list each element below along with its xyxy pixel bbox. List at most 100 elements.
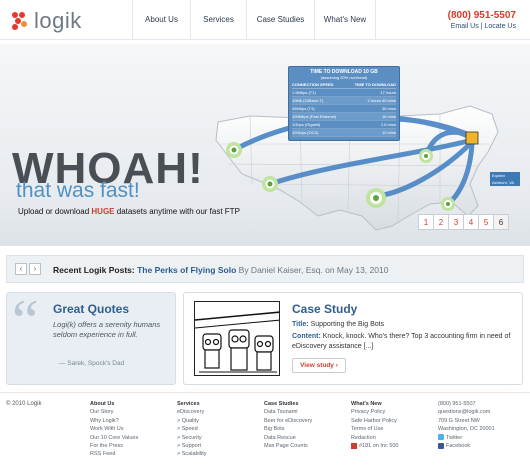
footer-col-case-studies: Case Studies Data Tsunami Beer for eDisc… bbox=[264, 400, 312, 450]
header-links: Email Us | Locate Us bbox=[448, 23, 516, 30]
nav-services[interactable]: Services bbox=[190, 0, 246, 40]
footer-email-link[interactable]: questions@logik.com bbox=[438, 409, 490, 415]
download-table-header: CONNECTION SPEED TIME TO DOWNLOAD bbox=[292, 82, 396, 89]
recent-post-byline: By Daniel Kaiser, Esq. on May 13, 2010 bbox=[238, 265, 389, 275]
slide-page-6[interactable]: 6 bbox=[493, 214, 509, 230]
table-row: 100Mbps (Fast Ethernet) 16 mins bbox=[292, 113, 396, 121]
logo-mark-icon bbox=[12, 12, 30, 30]
footer-link[interactable]: Work With Us bbox=[90, 426, 124, 432]
col-connection-speed: CONNECTION SPEED bbox=[292, 82, 334, 87]
download-time-table: TIME TO DOWNLOAD 10 GB (assuming 20% ove… bbox=[288, 66, 400, 141]
footer-col-contact: (800) 951-5507 questions@logik.com 709 G… bbox=[438, 400, 495, 450]
case-study-card: Case Study Title: Supporting the Big Bot… bbox=[183, 292, 523, 385]
footer-link[interactable]: Data Rescue bbox=[264, 435, 296, 441]
table-row: 10Mb (10Base-T) 2 hours 40 mins bbox=[292, 97, 396, 105]
slide-page-4[interactable]: 4 bbox=[463, 214, 479, 230]
case-study-title-value: Supporting the Big Bots bbox=[310, 321, 385, 328]
footer-city: Washington, DC 20001 bbox=[438, 426, 495, 433]
robots-cartoon-icon bbox=[195, 311, 279, 373]
footer-link[interactable]: Big Bots bbox=[264, 426, 284, 432]
equinix-label: Equinix Ashburn, VA bbox=[490, 172, 520, 186]
case-study-illustration bbox=[194, 301, 280, 376]
footer-link[interactable]: For the Press bbox=[90, 443, 123, 449]
footer-link[interactable]: RSS Feed bbox=[90, 451, 115, 457]
case-study-title-label: Title: bbox=[292, 321, 309, 328]
great-quotes-card: “ Great Quotes Logi(k) offers a serenity… bbox=[6, 288, 176, 385]
hero-tagline: Upload or download HUGE datasets anytime… bbox=[18, 207, 240, 216]
table-row: 1Gbps (Gigabit) 1.6 mins bbox=[292, 122, 396, 129]
next-post-button[interactable]: › bbox=[29, 263, 41, 275]
footer-col-services: Services eDiscovery > Quality > Speed > … bbox=[177, 400, 207, 459]
footer-col-about: About Us Our Story Why Logik? Work With … bbox=[90, 400, 138, 459]
site-footer: © 2010 Logik About Us Our Story Why Logi… bbox=[0, 392, 530, 476]
inc500-icon bbox=[351, 442, 357, 449]
recent-posts-heading: Recent Logik Posts: bbox=[53, 265, 135, 275]
slide-page-3[interactable]: 3 bbox=[448, 214, 464, 230]
download-table-subtitle: (assuming 20% overhead) bbox=[320, 75, 368, 80]
table-row: 1.5Mbps (T1) 17 hours bbox=[292, 90, 396, 97]
footer-heading-whats-new: What's New bbox=[351, 401, 382, 407]
recent-post-link[interactable]: The Perks of Flying Solo bbox=[137, 265, 236, 275]
quotes-heading: Great Quotes bbox=[53, 302, 130, 316]
case-study-content: Content: Knock, knock. Who's there? Top … bbox=[292, 332, 520, 352]
footer-link[interactable]: > Security bbox=[177, 435, 202, 441]
footer-street: 709 G Street NW bbox=[438, 417, 480, 424]
footer-link[interactable]: Beer for eDiscovery bbox=[264, 418, 312, 424]
footer-link[interactable]: > Scalability bbox=[177, 451, 207, 457]
footer-heading-case-studies: Case Studies bbox=[264, 401, 299, 407]
facebook-icon bbox=[438, 442, 444, 449]
prev-post-button[interactable]: ‹ bbox=[15, 263, 27, 275]
slide-page-5[interactable]: 5 bbox=[478, 214, 494, 230]
tagline-pre: Upload or download bbox=[18, 207, 92, 216]
footer-link[interactable]: Redaction bbox=[351, 435, 376, 441]
col-time-to-download: TIME TO DOWNLOAD bbox=[354, 82, 396, 87]
facebook-link[interactable]: Facebook bbox=[446, 443, 470, 449]
logo-text: logik bbox=[34, 8, 82, 33]
hero-banner: TIME TO DOWNLOAD 10 GB (assuming 20% ove… bbox=[0, 44, 530, 246]
view-study-button[interactable]: View study › bbox=[292, 358, 346, 373]
chevron-right-icon: › bbox=[335, 362, 338, 369]
footer-link[interactable]: Safe Harbor Policy bbox=[351, 418, 397, 424]
email-us-link[interactable]: Email Us bbox=[451, 23, 479, 30]
twitter-icon bbox=[438, 434, 444, 441]
recent-posts-bar: ‹ › Recent Logik Posts: The Perks of Fly… bbox=[6, 255, 524, 283]
footer-link[interactable]: > Speed bbox=[177, 426, 198, 432]
copyright: © 2010 Logik bbox=[6, 401, 42, 407]
header-phone: (800) 951-5507 bbox=[447, 10, 516, 21]
footer-col-whats-new: What's New Privacy Policy Safe Harbor Po… bbox=[351, 400, 398, 450]
footer-link[interactable]: Our Story bbox=[90, 409, 114, 415]
footer-heading-about: About Us bbox=[90, 401, 115, 407]
footer-link[interactable]: > Quality bbox=[177, 418, 199, 424]
footer-link[interactable]: Why Logik? bbox=[90, 418, 119, 424]
table-row: 45Mbps (T3) 36 mins bbox=[292, 106, 396, 113]
quote-mark-icon: “ bbox=[12, 288, 39, 354]
footer-link[interactable]: Our 10 Core Values bbox=[90, 435, 138, 441]
case-study-title: Title: Supporting the Big Bots bbox=[292, 321, 384, 328]
nav-about-us[interactable]: About Us bbox=[132, 0, 190, 40]
logo[interactable]: logik bbox=[12, 8, 82, 34]
nav-whats-new[interactable]: What's New bbox=[314, 0, 376, 40]
nav-case-studies[interactable]: Case Studies bbox=[246, 0, 314, 40]
header-contact: (800) 951-5507 Email Us | Locate Us bbox=[448, 10, 516, 30]
footer-link[interactable]: Privacy Policy bbox=[351, 409, 385, 415]
main-nav: About Us Services Case Studies What's Ne… bbox=[132, 0, 376, 40]
quote-text: Logi(k) offers a serenity humans seldom … bbox=[53, 320, 161, 339]
footer-link[interactable]: eDiscovery bbox=[177, 409, 204, 415]
footer-link[interactable]: Max Page Counts bbox=[264, 443, 308, 449]
locate-us-link[interactable]: Locate Us bbox=[484, 23, 516, 30]
footer-link[interactable]: Data Tsunami bbox=[264, 409, 298, 415]
slide-page-1[interactable]: 1 bbox=[418, 214, 434, 230]
site-header: logik About Us Services Case Studies Wha… bbox=[0, 0, 530, 40]
footer-heading-services: Services bbox=[177, 401, 200, 407]
slide-page-2[interactable]: 2 bbox=[433, 214, 449, 230]
twitter-link[interactable]: Twitter bbox=[446, 435, 462, 441]
footer-link[interactable]: > Support bbox=[177, 443, 201, 449]
view-study-label: View study bbox=[300, 362, 334, 369]
quote-author: — Sarek, Spock's Dad bbox=[59, 360, 125, 367]
inc500-link[interactable]: #181 on Inc 500 bbox=[359, 443, 398, 449]
case-study-content-value: Knock, knock. Who's there? Top 3 account… bbox=[292, 333, 511, 350]
case-study-content-label: Content: bbox=[292, 333, 321, 340]
hero-subheadline: that was fast! bbox=[16, 179, 140, 202]
footer-link[interactable]: Terms of Use bbox=[351, 426, 383, 432]
footer-phone: (800) 951-5507 bbox=[438, 401, 476, 407]
